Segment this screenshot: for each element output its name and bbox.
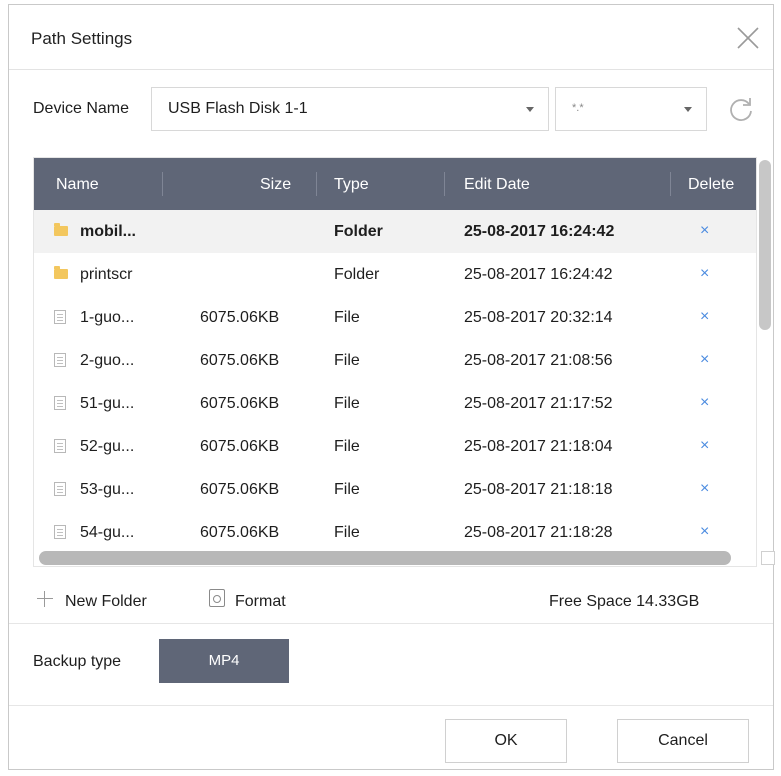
vertical-scrollbar[interactable] [759,160,771,330]
path-settings-dialog: Path Settings Device Name USB Flash Disk… [8,4,775,770]
file-type: Folder [334,223,383,240]
file-filter-value: *.* [572,102,584,114]
file-name: mobil... [80,223,136,240]
table-row[interactable]: 1-guo... 6075.06KB File 25-08-2017 20:32… [34,296,756,339]
file-name: 54-gu... [80,524,135,541]
delete-x-icon[interactable]: × [700,265,709,283]
col-header-edit-date[interactable]: Edit Date [464,176,530,194]
column-divider [670,172,671,196]
col-header-size[interactable]: Size [260,176,291,194]
file-size: 6075.06KB [200,524,280,541]
file-icon [54,310,66,324]
backup-type-select[interactable]: MP4 [159,639,289,683]
file-table: Name Size Type Edit Date Delete mobil...… [33,157,757,567]
file-icon [54,353,66,367]
format-button[interactable]: Format [235,593,286,611]
table-row[interactable]: 2-guo... 6075.06KB File 25-08-2017 21:08… [34,339,756,382]
table-row[interactable]: 54-gu... 6075.06KB File 25-08-2017 21:18… [34,511,756,554]
cancel-button[interactable]: Cancel [617,719,749,763]
device-select-value: USB Flash Disk 1-1 [168,100,308,117]
file-size: 6075.06KB [200,438,280,455]
chevron-down-icon [684,107,692,112]
horizontal-scrollbar[interactable] [39,551,731,565]
delete-x-icon[interactable]: × [700,351,709,369]
file-name: 52-gu... [80,438,135,455]
file-edit-date: 25-08-2017 16:24:42 [464,266,613,283]
file-name: printscr [80,266,133,283]
file-edit-date: 25-08-2017 21:17:52 [464,395,613,412]
file-icon [54,525,66,539]
new-folder-button[interactable]: New Folder [65,593,147,611]
file-edit-date: 25-08-2017 21:18:18 [464,481,613,498]
divider [9,705,773,706]
table-header: Name Size Type Edit Date Delete [34,158,756,210]
file-name: 53-gu... [80,481,135,498]
file-type: File [334,352,360,369]
column-divider [162,172,163,196]
table-row[interactable]: mobil... Folder 25-08-2017 16:24:42 × [34,210,756,253]
table-row[interactable]: 52-gu... 6075.06KB File 25-08-2017 21:18… [34,425,756,468]
title-bar: Path Settings [9,5,773,70]
col-header-delete: Delete [688,176,735,193]
file-edit-date: 25-08-2017 21:18:28 [464,524,613,541]
table-toolbar: New Folder Format Free Space 14.33GB [9,583,773,623]
device-row: Device Name USB Flash Disk 1-1 *.* [9,87,773,131]
file-size: 6075.06KB [200,309,280,326]
delete-x-icon[interactable]: × [700,523,709,541]
device-name-label: Device Name [33,100,130,117]
file-type: File [334,481,360,498]
plus-icon[interactable] [37,591,53,607]
col-header-name[interactable]: Name [56,176,99,194]
table-row[interactable]: 53-gu... 6075.06KB File 25-08-2017 21:18… [34,468,756,511]
file-icon [54,482,66,496]
file-edit-date: 25-08-2017 16:24:42 [464,223,615,240]
format-icon[interactable] [209,589,225,607]
backup-type-label: Backup type [33,653,122,670]
delete-x-icon[interactable]: × [700,480,709,498]
divider [9,623,773,624]
column-divider [316,172,317,196]
delete-x-icon[interactable]: × [700,437,709,455]
device-select[interactable]: USB Flash Disk 1-1 [151,87,549,131]
table-row[interactable]: printscr Folder 25-08-2017 16:24:42 × [34,253,756,296]
folder-icon [54,223,68,236]
file-edit-date: 25-08-2017 20:32:14 [464,309,613,326]
delete-x-icon[interactable]: × [700,394,709,412]
file-size: 6075.06KB [200,352,280,369]
file-name: 2-guo... [80,352,135,369]
scroll-corner [761,551,775,565]
file-filter-select[interactable]: *.* [555,87,707,131]
refresh-icon[interactable] [727,95,755,123]
file-type: File [334,524,360,541]
chevron-down-icon [526,107,534,112]
delete-x-icon[interactable]: × [700,308,709,326]
delete-x-icon[interactable]: × [700,222,709,240]
file-size: 6075.06KB [200,481,280,498]
close-icon[interactable] [735,25,761,51]
column-divider [444,172,445,196]
folder-icon [54,266,68,279]
free-space-label: Free Space 14.33GB [549,593,700,610]
file-name: 51-gu... [80,395,135,412]
table-row[interactable]: 51-gu... 6075.06KB File 25-08-2017 21:17… [34,382,756,425]
file-icon [54,439,66,453]
ok-button[interactable]: OK [445,719,567,763]
file-type: Folder [334,266,380,283]
dialog-title: Path Settings [31,29,133,48]
file-type: File [334,395,360,412]
col-header-type[interactable]: Type [334,176,369,194]
file-type: File [334,438,360,455]
file-name: 1-guo... [80,309,135,326]
file-edit-date: 25-08-2017 21:08:56 [464,352,613,369]
file-size: 6075.06KB [200,395,280,412]
file-icon [54,396,66,410]
file-edit-date: 25-08-2017 21:18:04 [464,438,613,455]
file-type: File [334,309,360,326]
